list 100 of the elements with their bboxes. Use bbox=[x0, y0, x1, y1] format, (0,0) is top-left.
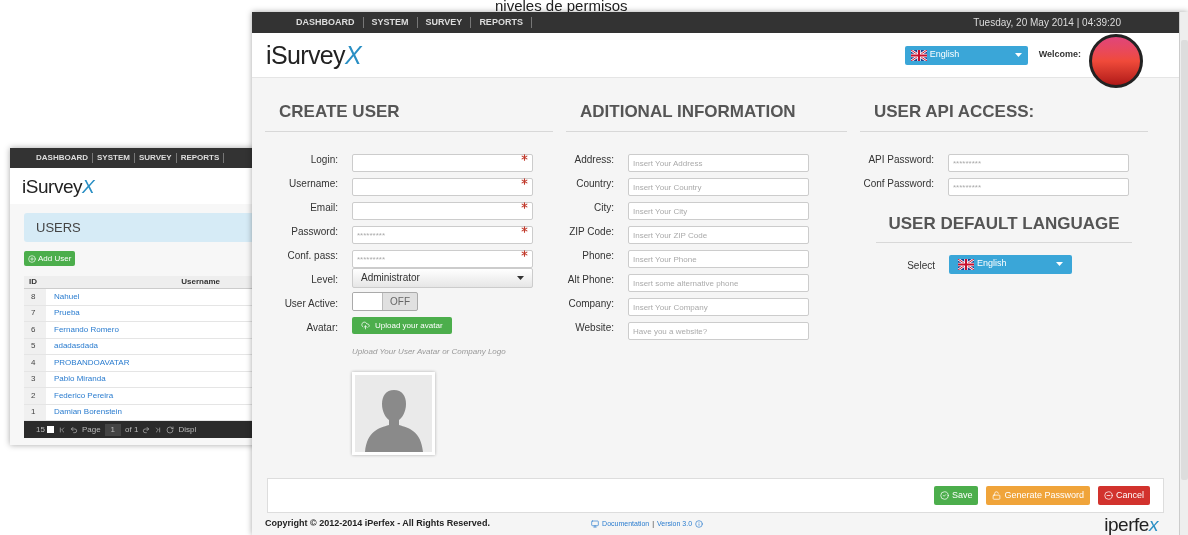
field-label: ZIP Code: bbox=[569, 225, 614, 237]
page-size-select[interactable]: 15 bbox=[36, 423, 54, 436]
logo: iSurveyX bbox=[266, 42, 362, 68]
avatar-photo bbox=[1089, 34, 1143, 88]
add-user-button[interactable]: Add User bbox=[24, 251, 76, 266]
input-field[interactable]: Insert Your Phone bbox=[628, 250, 809, 268]
caret-icon bbox=[517, 275, 524, 280]
level-select[interactable]: Administrator bbox=[352, 267, 533, 288]
cancel-button[interactable]: Cancel bbox=[1098, 486, 1150, 505]
previous-page-icon[interactable] bbox=[69, 425, 78, 434]
logo: iperfex bbox=[1104, 514, 1158, 534]
display-label: Displ bbox=[178, 423, 197, 436]
username-link[interactable]: Prueba bbox=[46, 307, 80, 320]
nav-link[interactable]: SYSTEM bbox=[93, 153, 135, 163]
section-title: CREATE USER bbox=[279, 102, 400, 121]
field-label: Avatar: bbox=[306, 321, 338, 333]
username-link[interactable]: Pablo Miranda bbox=[46, 373, 106, 386]
field-label: Website: bbox=[575, 321, 614, 333]
language-select[interactable]: English bbox=[904, 45, 1028, 65]
input-field[interactable] bbox=[352, 202, 533, 220]
username-link[interactable]: adadasdada bbox=[46, 340, 99, 353]
nav-link[interactable]: SURVEY bbox=[417, 17, 472, 28]
nav-link[interactable]: DASHBOARD bbox=[32, 153, 93, 163]
nav-link[interactable]: SURVEY bbox=[134, 153, 177, 163]
flag-icon bbox=[910, 49, 927, 61]
input-field[interactable]: Insert Your Company bbox=[628, 298, 809, 316]
input-field[interactable]: Insert Your Address bbox=[628, 154, 809, 172]
check-icon bbox=[939, 491, 949, 500]
page-count: of 1 bbox=[125, 423, 139, 436]
input-field[interactable] bbox=[352, 154, 533, 172]
nav-link[interactable]: REPORTS bbox=[471, 17, 532, 28]
info-icon bbox=[695, 520, 704, 528]
field-label: Conf. pass: bbox=[287, 249, 338, 261]
next-page-icon[interactable] bbox=[142, 425, 151, 434]
section-title: USER API ACCESS: bbox=[874, 102, 1035, 121]
panel-title: USERS bbox=[36, 218, 81, 237]
field-label: Level: bbox=[311, 273, 338, 285]
plus-icon bbox=[28, 254, 36, 263]
monitor-icon bbox=[591, 520, 600, 528]
input-field[interactable]: Have you a website? bbox=[628, 322, 809, 340]
field-label: Username: bbox=[289, 177, 338, 189]
table-cell: 6 bbox=[24, 322, 46, 338]
field-label: Password: bbox=[291, 225, 338, 237]
table-cell: 4 bbox=[24, 355, 46, 371]
username-link[interactable]: Fernando Romero bbox=[46, 323, 119, 336]
input-field[interactable]: ********* bbox=[948, 178, 1129, 196]
input-field[interactable]: Insert Your City bbox=[628, 202, 809, 220]
logo: iSurveyX bbox=[22, 176, 95, 196]
field-label: Phone: bbox=[582, 249, 614, 261]
caret-icon bbox=[1056, 262, 1063, 266]
save-button[interactable]: Save bbox=[933, 486, 979, 505]
field-label: Country: bbox=[576, 177, 614, 189]
field-label: Conf Password: bbox=[863, 177, 934, 189]
field-label: Alt Phone: bbox=[567, 273, 614, 285]
field-label: API Password: bbox=[868, 153, 934, 165]
flag-icon bbox=[958, 258, 974, 270]
caption-text: niveles de permisos bbox=[495, 0, 628, 12]
page-input[interactable]: 1 bbox=[104, 423, 122, 436]
cloud-upload-icon bbox=[361, 321, 370, 330]
column-header: Username bbox=[180, 276, 221, 288]
nav-link[interactable]: SYSTEM bbox=[363, 17, 418, 28]
table-cell: 2 bbox=[24, 388, 46, 404]
last-page-icon[interactable] bbox=[154, 425, 163, 434]
input-field[interactable]: Insert some alternative phone bbox=[628, 274, 809, 292]
input-field[interactable]: ********* bbox=[352, 250, 533, 268]
field-label: Address: bbox=[574, 153, 614, 165]
field-label: Select bbox=[907, 260, 935, 271]
input-field[interactable]: ********* bbox=[948, 154, 1129, 172]
username-link[interactable]: PROBANDOAVATAR bbox=[46, 356, 130, 369]
table-cell: 8 bbox=[24, 289, 46, 305]
toggle-switch[interactable]: OFF bbox=[352, 292, 418, 311]
input-field[interactable]: ********* bbox=[352, 226, 533, 244]
username-link[interactable]: Damian Borenstein bbox=[46, 406, 123, 419]
field-label: Login: bbox=[310, 153, 338, 165]
input-field[interactable]: Insert Your Country bbox=[628, 178, 809, 196]
language-select[interactable]: English bbox=[949, 254, 1072, 274]
welcome-label: Welcome: bbox=[1038, 48, 1081, 62]
section-title: USER DEFAULT LANGUAGE bbox=[888, 213, 1120, 233]
field-label: User Active: bbox=[284, 297, 338, 309]
refresh-icon[interactable] bbox=[166, 425, 175, 434]
input-field[interactable]: Insert Your ZIP Code bbox=[628, 226, 809, 244]
copyright-text: Copyright © 2012-2014 iPerfex - All Rights Reserved. bbox=[265, 517, 490, 531]
minus-icon bbox=[1104, 491, 1113, 500]
page-label: Page bbox=[81, 423, 101, 436]
section-title: ADITIONAL INFORMATION bbox=[580, 102, 796, 121]
field-label: City: bbox=[594, 201, 614, 213]
upload-avatar-button[interactable]: Upload your avatar bbox=[352, 317, 452, 334]
username-link[interactable]: Nahuel bbox=[46, 290, 80, 303]
input-field[interactable] bbox=[352, 178, 533, 196]
column-header: ID bbox=[28, 276, 38, 288]
date-time: Tuesday, 20 May 2014 | 04:39:20 bbox=[973, 16, 1121, 30]
field-label: Company: bbox=[568, 297, 614, 309]
unlock-icon bbox=[992, 491, 1002, 500]
username-link[interactable]: Federico Pereira bbox=[46, 389, 114, 402]
nav-link[interactable]: DASHBOARD bbox=[288, 17, 364, 28]
nav-link[interactable]: REPORTS bbox=[176, 153, 225, 163]
upload-hint: Upload Your User Avatar or Company Logo bbox=[352, 345, 507, 358]
caret-icon bbox=[1014, 53, 1022, 57]
first-page-icon[interactable] bbox=[57, 425, 66, 434]
field-label: Email: bbox=[310, 201, 338, 213]
